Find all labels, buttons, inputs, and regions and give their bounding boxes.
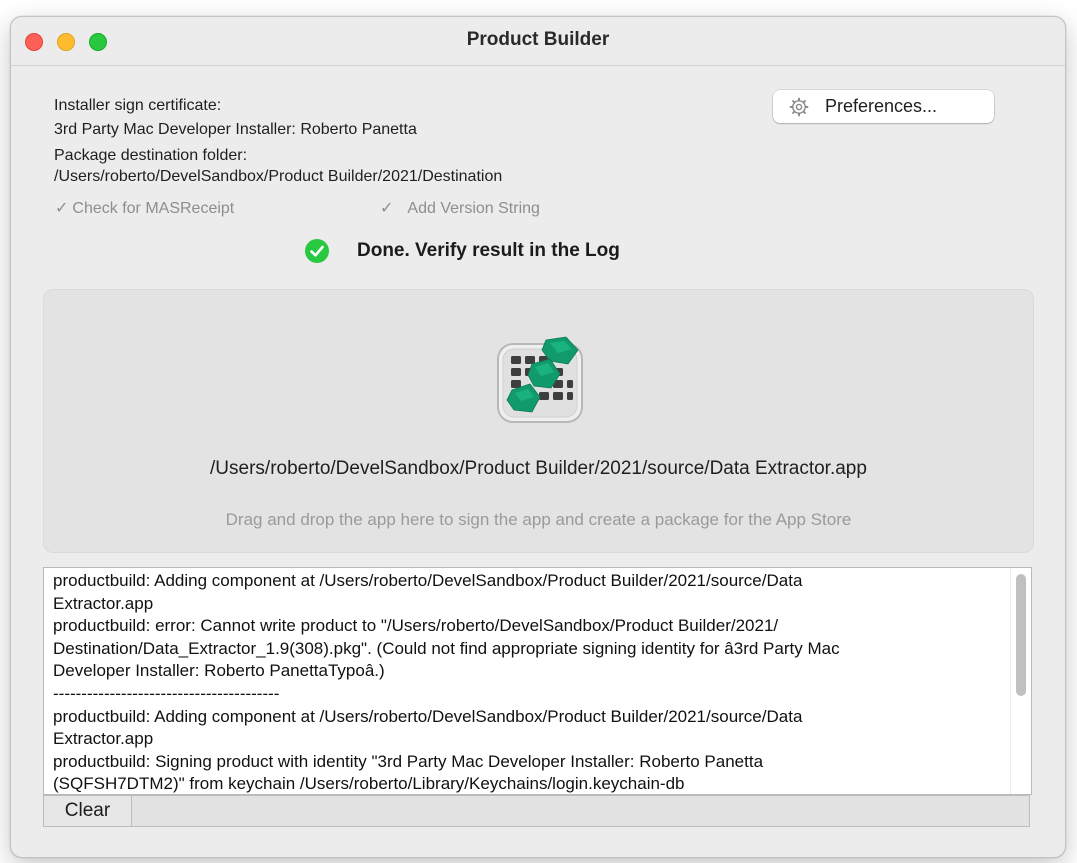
checkmark-icon: ✓	[380, 200, 394, 217]
checkmark-circle-icon	[305, 239, 329, 263]
certificate-value: 3rd Party Mac Developer Installer: Rober…	[54, 121, 417, 138]
product-builder-window: Product Builder Installer sign certifica…	[10, 16, 1066, 858]
log-scroll-thumb[interactable]	[1016, 574, 1026, 696]
log-line: productbuild: Adding component at /Users…	[53, 571, 803, 590]
check-masreceipt-label: Check for MASReceipt	[72, 200, 235, 217]
log-line: (SQFSH7DTM2)" from keychain /Users/rober…	[53, 774, 685, 794]
drop-hint: Drag and drop the app here to sign the a…	[225, 510, 852, 529]
add-version-string-label: Add Version String	[407, 200, 540, 217]
log-line: productbuild: error: Cannot write produc…	[53, 616, 779, 636]
destination-value: /Users/roberto/DevelSandbox/Product Buil…	[54, 168, 503, 185]
log-toolbar: Clear	[43, 795, 1030, 827]
log-line: Developer Installer: Roberto PanettaTypo…	[53, 661, 385, 681]
check-masreceipt-option[interactable]: ✓ Check for MASReceipt	[55, 198, 234, 218]
certificate-label: Installer sign certificate:	[54, 97, 222, 114]
destination-label: Package destination folder:	[54, 147, 248, 164]
title-bar[interactable]: Product Builder	[11, 17, 1065, 66]
log-line: Extractor.app	[53, 729, 154, 749]
log-line: productbuild: Signing product with ident…	[53, 751, 764, 771]
log-text[interactable]: productbuild: Adding component at /Users…	[53, 570, 1001, 794]
clear-log-button[interactable]: Clear	[44, 796, 132, 826]
log-view[interactable]: productbuild: Adding component at /Users…	[43, 567, 1032, 795]
window-title: Product Builder	[466, 29, 610, 50]
app-path: /Users/roberto/DevelSandbox/Product Buil…	[210, 458, 867, 479]
gear-icon	[789, 97, 809, 116]
status-row: Done. Verify result in the Log	[305, 239, 620, 263]
log-line: ----------------------------------------	[53, 683, 280, 703]
status-message: Done. Verify result in the Log	[357, 240, 620, 261]
preferences-button[interactable]: Preferences...	[773, 90, 994, 123]
add-version-string-option[interactable]: ✓ Add Version String	[380, 198, 540, 218]
log-line: Extractor.app	[53, 593, 154, 613]
log-line: productbuild: Adding component at /Users…	[53, 706, 803, 726]
log-scrollbar[interactable]	[1010, 568, 1031, 794]
preferences-label: Preferences...	[825, 96, 938, 116]
log-line: Destination/Data_Extractor_1.9(308).pkg"…	[53, 638, 840, 658]
app-grid-icon	[497, 336, 583, 423]
app-drop-zone[interactable]: /Users/roberto/DevelSandbox/Product Buil…	[43, 289, 1034, 553]
checkmark-icon: ✓	[55, 200, 69, 217]
